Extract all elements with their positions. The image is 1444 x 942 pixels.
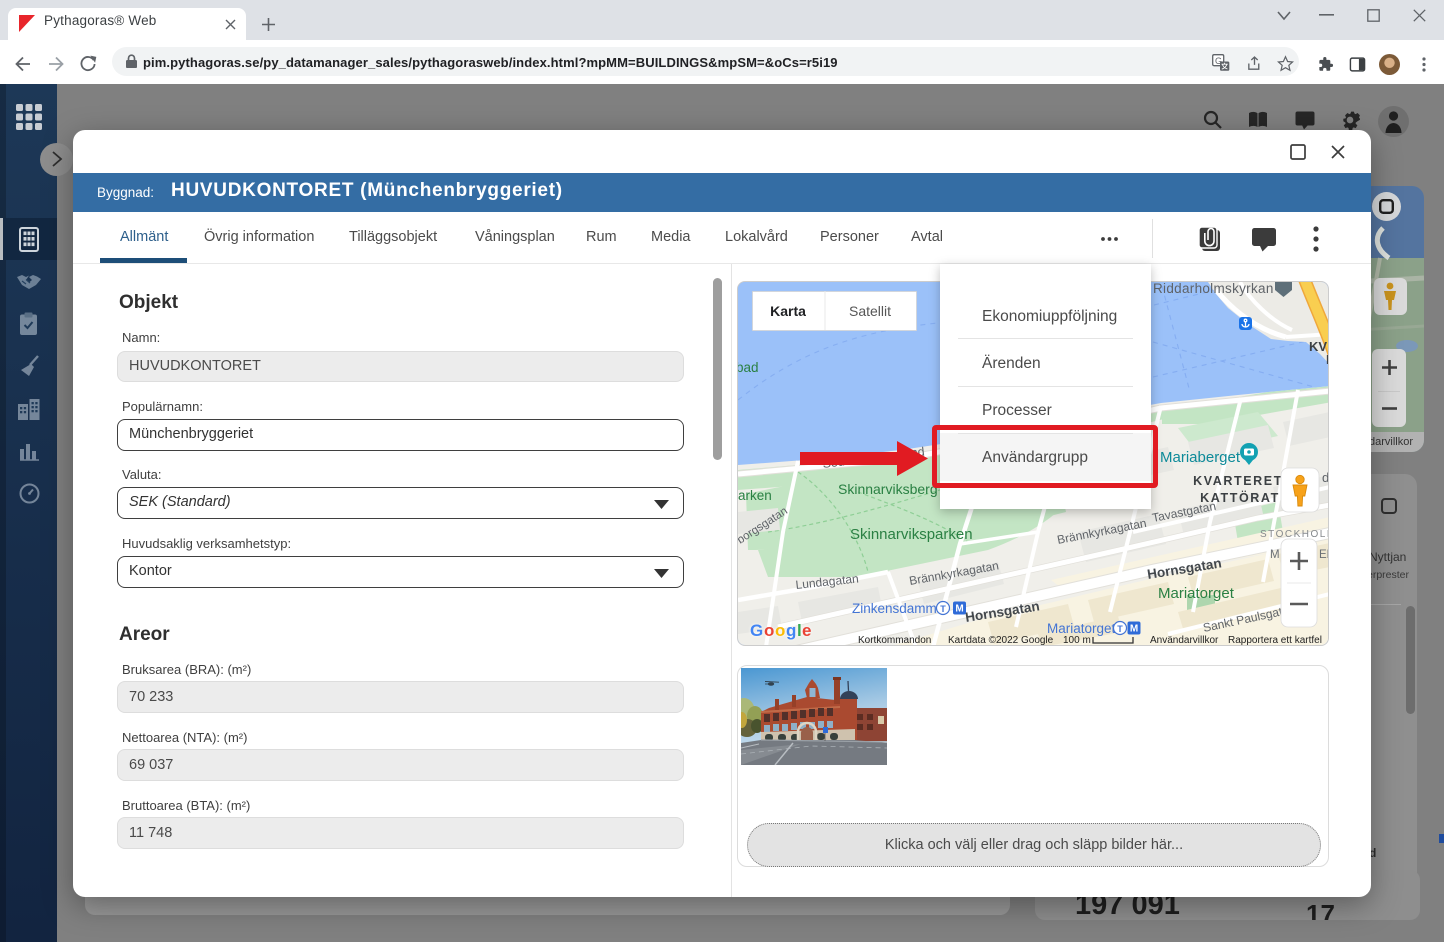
svg-text:KATTÖRAT: KATTÖRAT: [1200, 490, 1280, 505]
svg-text:Mariaberget: Mariaberget: [1160, 449, 1241, 466]
svg-text:Kartdata ©2022 Google: Kartdata ©2022 Google: [948, 635, 1054, 646]
svg-text:100 m: 100 m: [1063, 635, 1091, 646]
svg-text:g: g: [786, 621, 796, 640]
svg-text:M: M: [1130, 624, 1138, 635]
svg-text:e: e: [802, 621, 811, 640]
svg-text:G: G: [750, 621, 763, 640]
svg-text:Skinnarviksberg: Skinnarviksberg: [838, 481, 938, 497]
svg-text:Riddarholmskyrkan: Riddarholmskyrkan: [1153, 282, 1274, 296]
svg-text:Rapportera ett kartfel: Rapportera ett kartfel: [1228, 635, 1322, 646]
svg-text:Skinnarviksparken: Skinnarviksparken: [850, 526, 973, 543]
svg-text:arken: arken: [738, 488, 772, 503]
svg-text:T: T: [940, 604, 946, 614]
svg-text:EN: EN: [1319, 549, 1329, 561]
svg-text:Mariatorget: Mariatorget: [1158, 585, 1235, 602]
svg-text:Satellit: Satellit: [849, 303, 891, 319]
svg-text:KVARTERET: KVARTERET: [1193, 474, 1283, 488]
svg-text:I: I: [1326, 352, 1329, 367]
svg-text:o: o: [775, 621, 785, 640]
svg-text:M: M: [955, 604, 963, 615]
svg-text:ds: ds: [1322, 470, 1329, 485]
svg-text:Karta: Karta: [770, 303, 806, 319]
svg-text:Kortkommandon: Kortkommandon: [858, 635, 931, 646]
svg-text:bad: bad: [738, 360, 759, 375]
svg-text:Användarvillkor: Användarvillkor: [1150, 635, 1219, 646]
svg-text:Mariatorget: Mariatorget: [1047, 621, 1116, 636]
svg-text:KV: KV: [1309, 339, 1327, 354]
svg-text:STOCKHOLM: STOCKHOLM: [1260, 529, 1329, 540]
svg-text:Zinkensdamm: Zinkensdamm: [852, 601, 937, 616]
svg-text:T: T: [1117, 624, 1123, 634]
svg-text:o: o: [764, 621, 774, 640]
svg-text:M: M: [1270, 549, 1280, 561]
